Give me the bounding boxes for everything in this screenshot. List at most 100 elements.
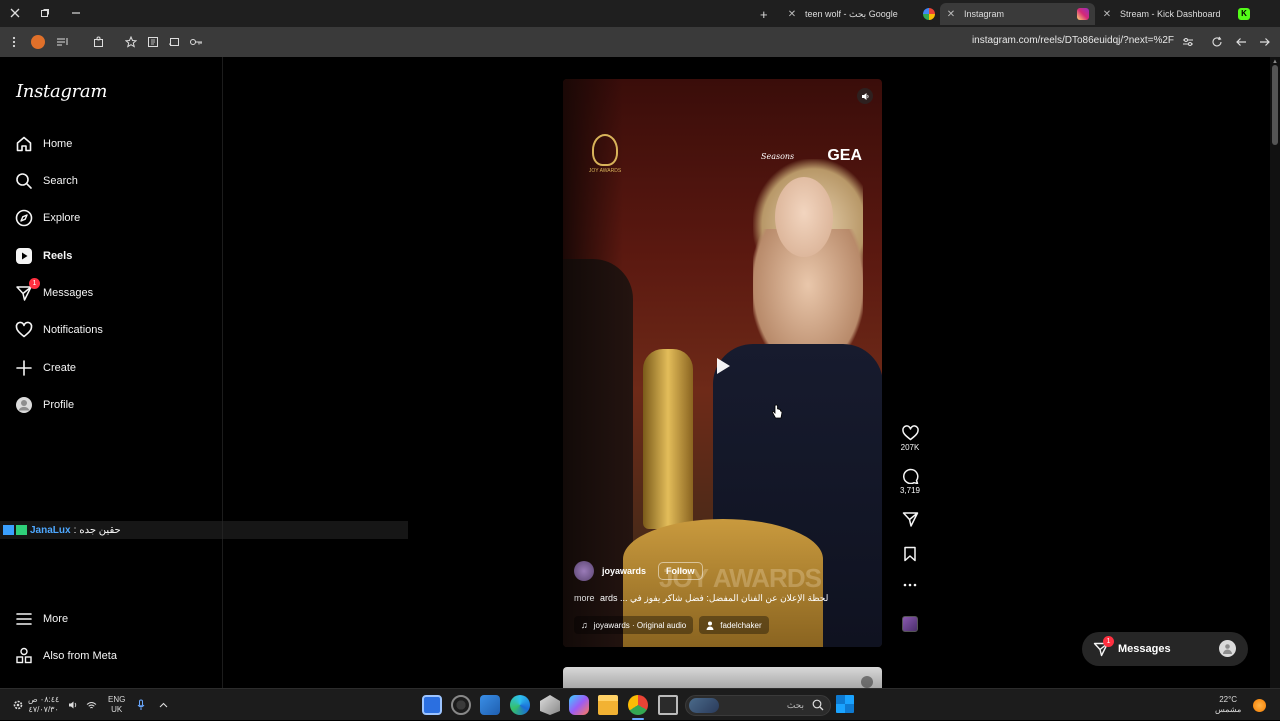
taskbar-app-3d-icon[interactable] — [540, 695, 560, 715]
sidebar-item-also-from-meta[interactable]: Also from Meta — [14, 643, 214, 669]
sidebar-item-create[interactable]: Create — [14, 355, 214, 381]
sidebar-item-explore[interactable]: Explore — [14, 205, 214, 231]
minimize-icon — [72, 12, 80, 14]
clock[interactable]: ٠٨:٤٤ ص ٤٧/٠٧/٣٠ — [28, 689, 59, 721]
volume-icon[interactable] — [68, 689, 78, 721]
comment-button[interactable]: 3,719 — [896, 468, 924, 495]
taskbar-app-copilot-icon[interactable] — [569, 695, 589, 715]
stream-chat-overlay: JanaLux : حقين جده — [0, 521, 408, 539]
sidebar-item-search[interactable]: Search — [14, 168, 214, 194]
lang-code: ENG — [108, 695, 126, 704]
cast-button[interactable] — [166, 34, 182, 50]
tab-kick[interactable]: ✕ Stream - Kick Dashboard K — [1100, 3, 1250, 25]
browser-tab-bar: + ✕ teen wolf - بحث Google ✕ Instagram ✕… — [0, 0, 1280, 27]
microphone-icon[interactable] — [137, 689, 145, 721]
tab-title: Instagram — [964, 9, 1005, 19]
restore-window-button[interactable] — [36, 5, 54, 21]
tab-instagram[interactable]: ✕ Instagram — [940, 3, 1095, 25]
wifi-icon[interactable] — [86, 689, 97, 721]
save-button[interactable] — [896, 546, 924, 562]
notification-badge: 1 — [1103, 636, 1114, 647]
password-key-button[interactable] — [188, 34, 204, 50]
tab-google[interactable]: ✕ teen wolf - بحث Google — [785, 3, 935, 25]
home-icon — [14, 134, 34, 154]
play-button[interactable] — [712, 355, 734, 377]
weather-widget[interactable]: 22°C مشمس — [1215, 689, 1241, 721]
show-hidden-icons-chevron-icon[interactable] — [159, 689, 168, 721]
messages-label: Messages — [1118, 643, 1171, 655]
follow-button[interactable]: Follow — [658, 562, 703, 580]
sidebar-item-home[interactable]: Home — [14, 131, 214, 157]
more-options-button[interactable] — [896, 583, 924, 587]
messages-floating-button[interactable]: 1 Messages — [1082, 632, 1248, 666]
reload-button[interactable] — [1209, 34, 1225, 50]
page-scrollbar[interactable]: ▲ — [1270, 57, 1280, 688]
scrollbar-thumb[interactable] — [1272, 65, 1278, 145]
play-icon — [717, 358, 730, 374]
sidebar-item-messages[interactable]: 1 Messages — [14, 278, 214, 306]
author-avatar[interactable] — [574, 561, 594, 581]
cast-icon — [168, 38, 179, 47]
audio-pill[interactable]: ♫ joyawards · Original audio — [574, 616, 694, 634]
share-button[interactable] — [896, 511, 924, 527]
browser-toolbar: instagram.com/reels/DTo86euidqj/?next=%2… — [0, 27, 1280, 57]
playlist-icon — [57, 38, 68, 46]
like-button[interactable]: 207K — [896, 425, 924, 452]
tab-close-icon[interactable]: ✕ — [1100, 9, 1114, 20]
weather-sun-icon — [1253, 698, 1266, 712]
sidebar-item-profile[interactable]: Profile — [14, 392, 214, 418]
read-mode-button[interactable] — [145, 34, 161, 50]
video-figure-face — [775, 177, 833, 257]
start-windows-icon[interactable] — [836, 695, 854, 713]
taskbar-app-chrome-icon[interactable] — [628, 695, 648, 715]
tab-close-icon[interactable]: ✕ — [944, 9, 958, 20]
taskbar-search-box[interactable]: بحث — [685, 695, 831, 716]
minimize-window-button[interactable] — [67, 5, 85, 21]
instagram-logo[interactable]: Instagram — [16, 81, 107, 102]
taskbar-app-photos-icon[interactable] — [422, 695, 442, 715]
audio-label: joyawards · Original audio — [593, 620, 687, 630]
reel-video[interactable]: JOY AWARDS Seasons GEA JOY AWARDS joyawa… — [563, 79, 882, 647]
bookmark-star-button[interactable] — [123, 34, 139, 50]
caption-text: لحظة الإعلان عن الفنان المفضل: فضل شاكر … — [600, 593, 829, 603]
taskbar-app-store-icon[interactable] — [480, 695, 500, 715]
tab-close-icon[interactable]: ✕ — [785, 9, 799, 20]
taskbar-app-edge-icon[interactable] — [510, 695, 530, 715]
lang-region: UK — [111, 705, 123, 714]
media-controls-button[interactable] — [55, 34, 71, 50]
mute-button[interactable] — [857, 88, 873, 104]
profile-avatar-button[interactable] — [30, 34, 46, 50]
input-language-indicator[interactable]: ENG UK — [108, 689, 125, 721]
sidebar-item-more[interactable]: More — [14, 606, 214, 632]
taskbar-app-obs-icon[interactable] — [451, 695, 471, 715]
sidebar-item-notifications[interactable]: Notifications — [14, 317, 214, 343]
close-icon — [10, 8, 20, 18]
caption-more-link[interactable]: more — [574, 593, 595, 603]
weather-description: مشمس — [1215, 705, 1242, 714]
site-settings-button[interactable] — [1180, 34, 1196, 50]
settings-tray-icon[interactable] — [12, 689, 24, 721]
sidebar-item-reels[interactable]: Reels — [14, 243, 214, 269]
sidebar-item-label: Reels — [43, 250, 73, 262]
taskbar-app-task-view-icon[interactable] — [658, 695, 678, 715]
tagged-user-pill[interactable]: fadelchaker — [699, 616, 769, 634]
close-window-button[interactable] — [6, 5, 24, 21]
browser-menu-button[interactable] — [6, 34, 22, 50]
new-tab-button[interactable]: + — [760, 3, 768, 25]
url-field[interactable]: instagram.com/reels/DTo86euidqj/?next=%2… — [972, 35, 1174, 46]
back-button[interactable] — [1233, 34, 1249, 50]
forward-button[interactable] — [1257, 34, 1273, 50]
notification-badge: 1 — [29, 278, 40, 289]
next-reel-preview[interactable] — [563, 667, 882, 688]
taskbar-app-file-explorer-icon[interactable] — [598, 695, 618, 715]
audio-thumbnail[interactable] — [902, 616, 918, 632]
browser-profile-icon — [31, 35, 45, 49]
person-icon — [706, 621, 714, 630]
sun-icon[interactable] — [1253, 689, 1266, 721]
instagram-favicon-icon — [1077, 8, 1089, 20]
search-highlight-image — [689, 698, 719, 713]
author-username[interactable]: joyawards — [602, 566, 646, 576]
comment-icon — [902, 468, 918, 484]
like-count: 207K — [900, 443, 920, 452]
extensions-button[interactable] — [91, 34, 107, 50]
